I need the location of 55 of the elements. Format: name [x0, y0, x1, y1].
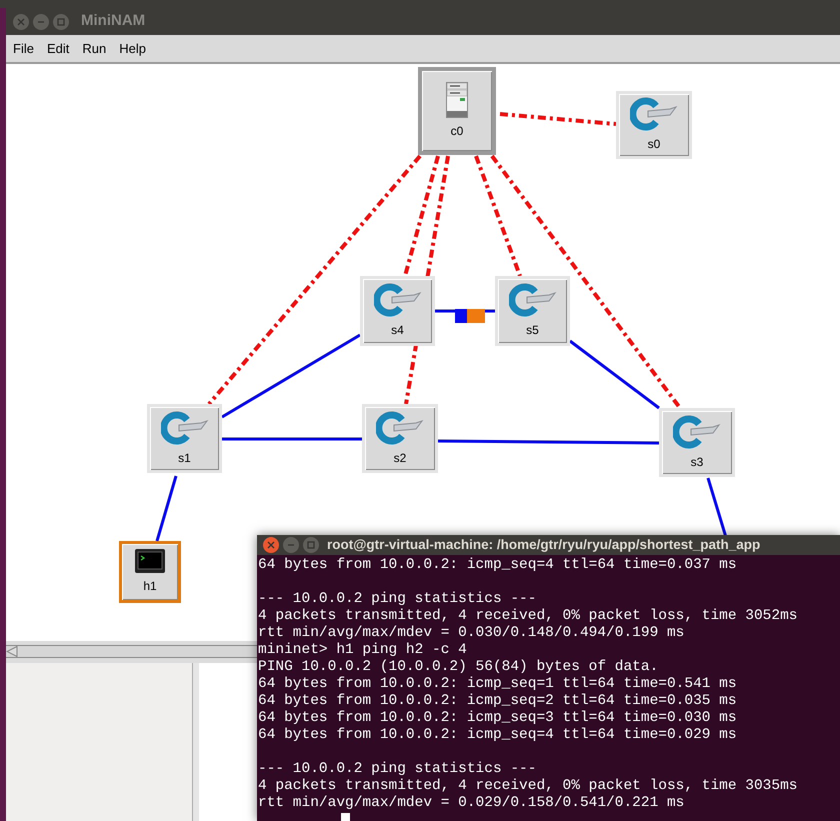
terminal-line: 64 bytes from 10.0.0.2: icmp_seq=2 ttl=64 time=0.035 ms — [258, 693, 738, 710]
close-icon[interactable] — [13, 14, 29, 30]
menu-item[interactable]: Help — [119, 38, 146, 58]
minimize-icon[interactable] — [283, 537, 299, 554]
switch-node[interactable]: s2 — [362, 404, 438, 473]
circular-arrow-icon — [508, 283, 556, 317]
circular-arrow-icon — [160, 410, 208, 444]
switch-node[interactable]: s1 — [147, 404, 222, 473]
terminal-line: 64 bytes from 10.0.0.2: icmp_seq=1 ttl=64 time=0.541 ms — [258, 676, 738, 694]
terminal-line: 64 bytes from 10.0.0.2: icmp_seq=4 ttl=64 time=0.037 ms — [258, 557, 738, 574]
switch-node[interactable]: s4 — [360, 276, 435, 346]
node-label: s0 — [648, 136, 660, 153]
terminal-line: --- 10.0.0.2 ping statistics --- — [258, 761, 538, 778]
node-label: s1 — [178, 450, 191, 466]
terminal-line: 64 bytes from 10.0.0.2: icmp_seq=3 ttl=64 time=0.030 ms — [258, 710, 738, 728]
node-label: s3 — [690, 454, 704, 470]
terminal-title: root@gtr-virtual-machine: /home/gtr/ryu/ryu/app/shortest_path_app — [327, 536, 760, 554]
node-label: c0 — [450, 123, 464, 140]
controller-node[interactable]: c0 — [418, 67, 496, 155]
horizontal-scrollbar[interactable] — [6, 645, 257, 658]
cursor — [341, 813, 350, 821]
terminal-line: 4 packets transmitted, 4 received, 0% packet loss, time 3035ms — [258, 778, 798, 796]
window-title: MiniNAM — [81, 11, 146, 32]
terminal-icon — [135, 549, 165, 573]
circular-arrow-icon — [374, 283, 422, 317]
close-icon[interactable] — [263, 537, 279, 554]
terminal-line: rtt min/avg/max/mdev = 0.029/0.158/0.541/0.221 ms — [258, 795, 686, 812]
maximize-icon[interactable] — [53, 14, 69, 30]
terminal-line: rtt min/avg/max/mdev = 0.030/0.148/0.494/0.199 ms — [258, 625, 686, 642]
terminal-line: --- 10.0.0.2 ping statistics --- — [258, 591, 538, 608]
port-marker — [455, 309, 485, 323]
node-label: h1 — [143, 578, 157, 595]
switch-node[interactable]: s3 — [659, 408, 735, 477]
node-label: s5 — [526, 322, 539, 339]
left-arrow-icon[interactable] — [6, 646, 18, 657]
link-line — [435, 310, 495, 312]
maximize-icon[interactable] — [303, 537, 319, 554]
node-label: s4 — [391, 322, 404, 339]
node-label: s2 — [394, 450, 406, 466]
terminal-line: PING 10.0.0.2 (10.0.0.2) 56(84) bytes of data. — [258, 659, 660, 676]
terminal-line: mininet> h1 ping h2 -c 4 — [258, 642, 468, 660]
switch-node[interactable]: s5 — [495, 276, 570, 346]
menu-item[interactable]: Edit — [46, 38, 70, 58]
minimize-icon[interactable] — [33, 14, 49, 30]
host-node[interactable]: h1 — [119, 541, 181, 603]
terminal-line: 64 bytes from 10.0.0.2: icmp_seq=4 ttl=64 time=0.029 ms — [258, 727, 738, 744]
circular-arrow-icon — [630, 97, 678, 131]
menu-item[interactable]: File — [13, 38, 34, 58]
switch-node[interactable]: s0 — [616, 91, 692, 159]
circular-arrow-icon — [376, 410, 424, 444]
link-line — [156, 476, 178, 542]
circular-arrow-icon — [673, 414, 721, 448]
server-icon — [446, 82, 468, 118]
terminal-line: 4 packets transmitted, 4 received, 0% packet loss, time 3052ms — [258, 608, 798, 626]
menu-item[interactable]: Run — [82, 38, 106, 58]
